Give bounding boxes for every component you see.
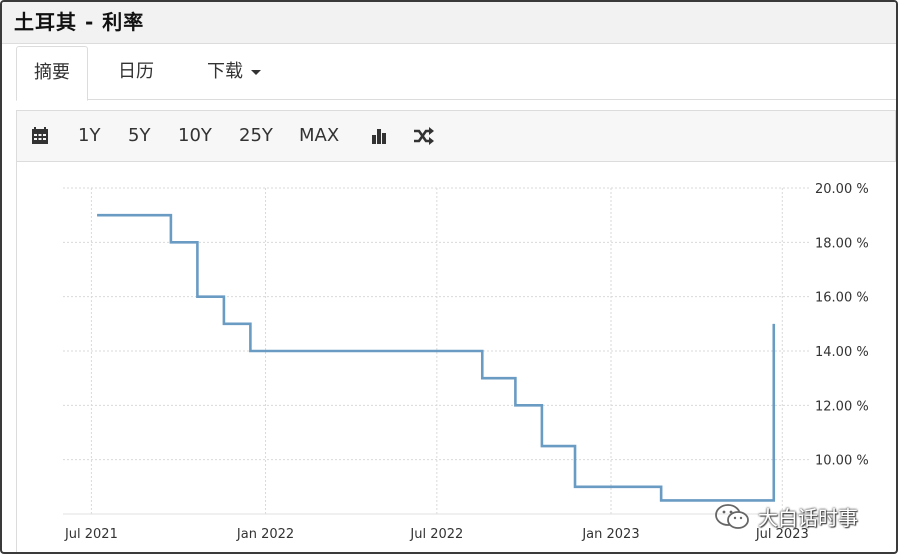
chart-toolbar: 1Y 5Y 10Y 25Y MAX: [16, 110, 896, 162]
range-25y-button[interactable]: 25Y: [239, 111, 273, 161]
x-tick-label: Jan 2023: [581, 527, 639, 542]
rate-chart: 20.00 % 18.00 % 16.00 % 14.00 % 12.00 % 10.00…: [63, 182, 869, 542]
watermark: 大白话时事: [714, 502, 858, 531]
range-5y-button[interactable]: 5Y: [128, 111, 150, 161]
range-1y-button[interactable]: 1Y: [78, 111, 100, 161]
tab-download[interactable]: 下载: [194, 46, 274, 100]
y-tick-label: 18.00 %: [815, 236, 869, 251]
y-tick-label: 10.00 %: [815, 454, 869, 469]
x-tick-label: Jul 2021: [64, 527, 118, 542]
shuffle-icon[interactable]: [412, 111, 436, 161]
y-tick-label: 16.00 %: [815, 291, 869, 306]
tab-calendar[interactable]: 日历: [100, 46, 172, 100]
x-tick-label: Jan 2022: [236, 527, 294, 542]
chevron-down-icon: [251, 69, 261, 75]
tab-summary[interactable]: 摘要: [16, 46, 88, 101]
tab-summary-label: 摘要: [34, 62, 70, 83]
watermark-text: 大白话时事: [758, 506, 858, 530]
y-tick-label: 20.00 %: [815, 182, 869, 197]
tab-calendar-label: 日历: [118, 61, 154, 82]
range-10y-button[interactable]: 10Y: [178, 111, 212, 161]
bar-chart-icon[interactable]: [369, 111, 389, 161]
calendar-icon[interactable]: [29, 111, 51, 161]
page-title: 土耳其 - 利率: [14, 10, 145, 34]
title-bar: 土耳其 - 利率: [2, 2, 896, 44]
tab-download-label: 下载: [207, 61, 243, 82]
chart-panel: 土耳其 - 利率 摘要 日历 下载 1Y 5Y 10Y 25Y MAX 20.0…: [0, 0, 898, 554]
range-max-button[interactable]: MAX: [299, 111, 339, 161]
x-tick-label: Jul 2022: [409, 527, 463, 542]
series-line: [97, 213, 776, 502]
chart-area: 20.00 % 18.00 % 16.00 % 14.00 % 12.00 % 10.00…: [16, 162, 896, 552]
wechat-icon: [715, 503, 749, 529]
tab-strip: 摘要 日历 下载: [16, 46, 896, 101]
y-tick-label: 12.00 %: [815, 399, 869, 414]
y-tick-label: 14.00 %: [815, 345, 869, 360]
